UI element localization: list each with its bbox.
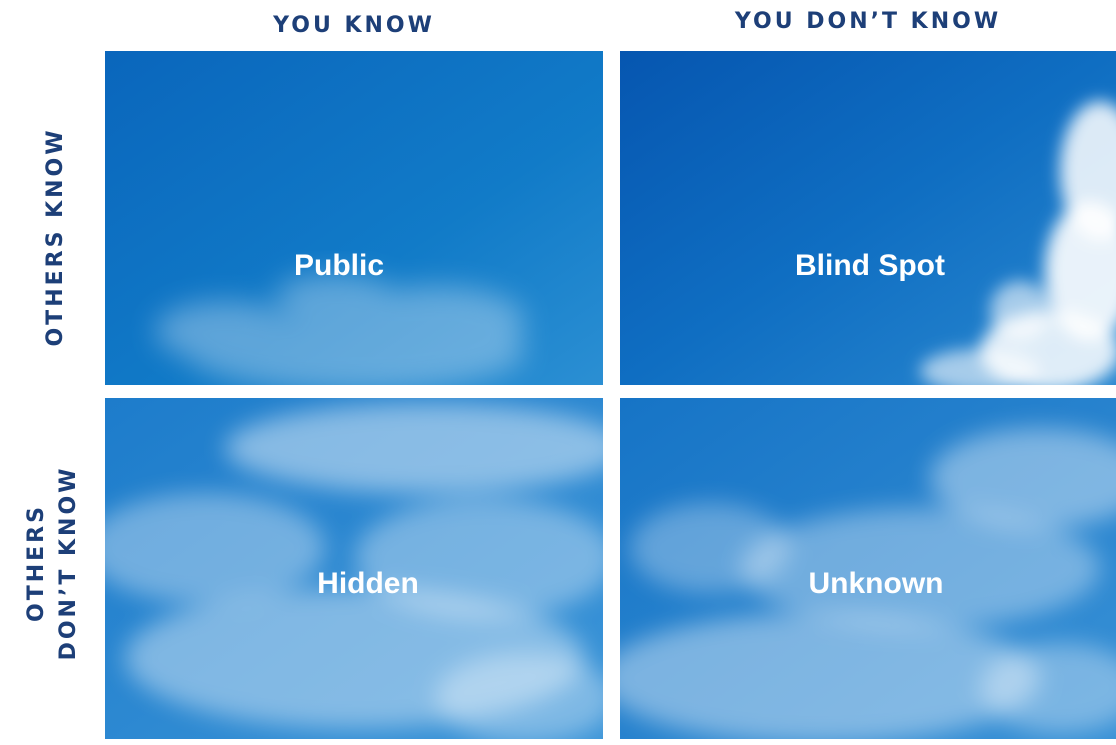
quadrant-unknown: Unknown [620,398,1116,739]
quadrant-label-public: Public [293,249,384,282]
quadrant-hidden: Hidden [105,398,603,739]
sky-background [620,51,1116,385]
column-header-you-dont-know: YOU DON’T KNOW [734,9,1002,34]
quadrant-label-hidden: Hidden [317,567,419,600]
quadrant-label-blind-spot: Blind Spot [795,249,945,282]
row-header-line-1: OTHERS [24,504,49,622]
quadrant-public: Public [105,51,603,385]
row-header-others-know-text: OTHERS KNOW [43,127,68,347]
column-header-you-know: YOU KNOW [273,13,435,38]
row-header-others-dont-know-text: OTHERS DON’T KNOW [21,466,85,661]
row-header-line-2: DON’T KNOW [56,465,81,661]
vertical-divider [603,46,620,745]
johari-window: YOU KNOW YOU DON’T KNOW OTHERS KNOW OTHE… [0,0,1116,745]
quadrant-label-unknown: Unknown [808,567,944,600]
sky-background [105,51,603,385]
quadrant-blind-spot: Blind Spot [620,51,1116,385]
